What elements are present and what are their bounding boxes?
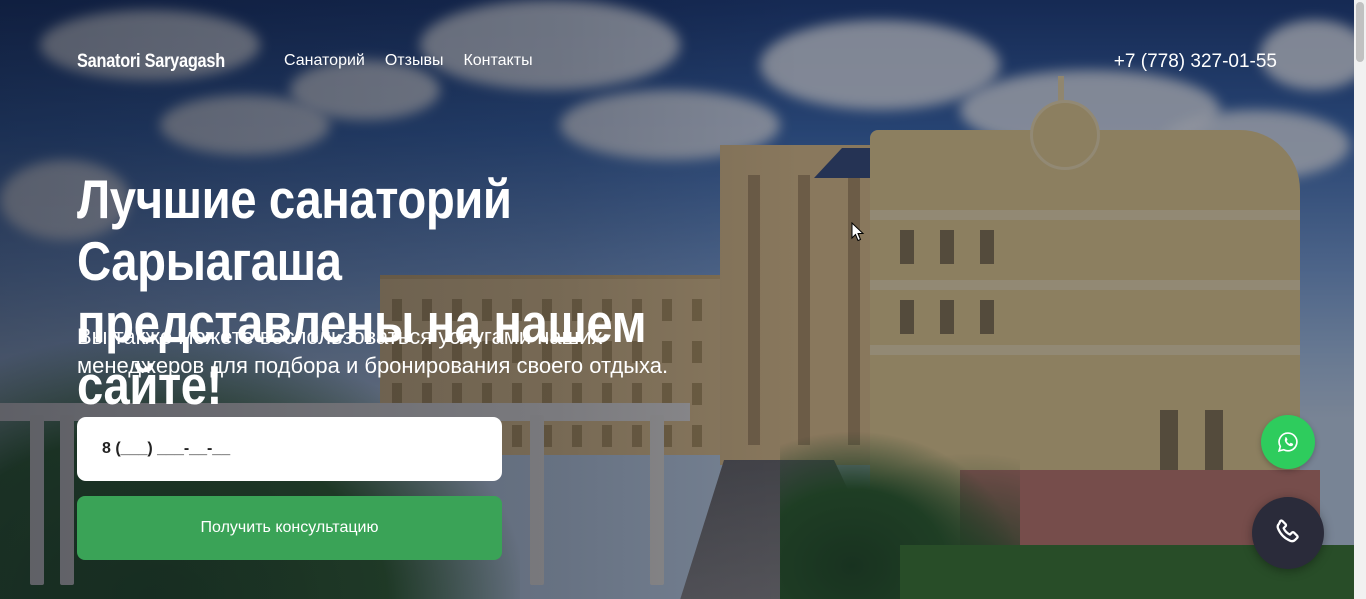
- phone-icon: [1276, 519, 1299, 543]
- nav-link-sanatorium[interactable]: Санаторий: [284, 52, 365, 70]
- hero-subtitle-line-2: менеджеров для подбора и бронирования св…: [77, 353, 669, 378]
- get-consultation-button[interactable]: Получить консультацию: [77, 496, 502, 560]
- header-phone-link[interactable]: +7 (778) 327-01-55: [1114, 51, 1277, 73]
- phone-number-input[interactable]: [77, 417, 502, 481]
- page-scrollbar[interactable]: [1354, 0, 1366, 599]
- hero-title-line-1: Лучшие санаторий Сарыагаша: [77, 168, 512, 292]
- site-header: Sanatori Saryagash Санаторий Отзывы Конт…: [0, 0, 1366, 124]
- whatsapp-button[interactable]: [1261, 415, 1315, 469]
- call-button[interactable]: [1252, 497, 1324, 569]
- nav-link-reviews[interactable]: Отзывы: [385, 52, 444, 70]
- hero-subtitle: Вы также можете воспользоваться услугами…: [77, 322, 797, 380]
- mouse-cursor-icon: [851, 222, 865, 242]
- whatsapp-icon: [1277, 432, 1298, 453]
- scrollbar-thumb[interactable]: [1356, 2, 1364, 62]
- main-nav: Санаторий Отзывы Контакты: [284, 52, 553, 70]
- site-logo[interactable]: Sanatori Saryagash: [77, 51, 225, 73]
- nav-link-contacts[interactable]: Контакты: [463, 52, 532, 70]
- hero-subtitle-line-1: Вы также можете воспользоваться услугами…: [77, 324, 603, 349]
